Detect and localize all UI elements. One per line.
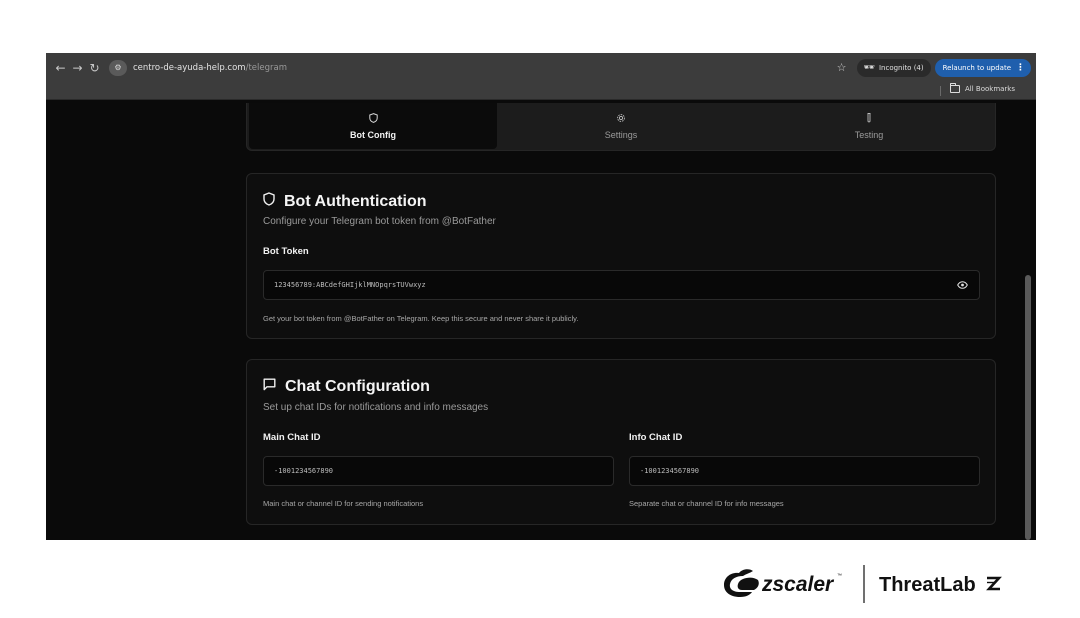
tab-label: Bot Config: [350, 129, 396, 140]
bot-token-help: Get your bot token from @BotFather on Te…: [263, 314, 579, 323]
card-title-text: Chat Configuration: [285, 378, 430, 395]
main-chat-id-value: -1001234567890: [274, 467, 334, 475]
main-chat-id-label: Main Chat ID: [263, 432, 321, 443]
info-chat-id-input[interactable]: -1001234567890: [629, 456, 980, 486]
card-title: Bot Authentication: [263, 192, 427, 211]
chat-configuration-card: Chat Configuration Set up chat IDs for n…: [246, 359, 996, 525]
reload-icon[interactable]: ↻: [86, 58, 103, 78]
config-tabs: Bot Config Settings Testing: [246, 103, 996, 151]
relaunch-label: Relaunch to update: [942, 63, 1011, 72]
card-title: Chat Configuration: [263, 378, 430, 396]
bookmarks-bar: All Bookmarks: [46, 82, 1036, 100]
page-scrollbar[interactable]: [1020, 100, 1036, 540]
svg-text:ThreatLab: ThreatLab: [879, 574, 976, 596]
info-chat-id-value: -1001234567890: [640, 467, 700, 475]
tab-label: Settings: [604, 129, 638, 140]
bot-token-input[interactable]: 123456789:ABCdefGHIjklMNOpqrsTUVwxyz: [263, 270, 980, 300]
message-square-icon: [263, 378, 276, 396]
bot-token-value: 123456789:ABCdefGHIjklMNOpqrsTUVwxyz: [274, 281, 426, 289]
url-host: centro-de-ayuda-help.com: [133, 62, 246, 73]
gear-icon: [616, 113, 626, 124]
main-chat-id-input[interactable]: -1001234567890: [263, 456, 614, 486]
address-bar[interactable]: centro-de-ayuda-help.com/telegram: [133, 63, 287, 73]
tab-testing[interactable]: Testing: [745, 103, 993, 149]
url-path: /telegram: [245, 62, 287, 73]
site-info-icon[interactable]: ⚙: [109, 59, 127, 76]
main-chat-id-help: Main chat or channel ID for sending noti…: [263, 499, 424, 508]
browser-screenshot: ← → ↻ ⚙ centro-de-ayuda-help.com/telegra…: [46, 53, 1036, 540]
info-chat-id-help: Separate chat or channel ID for info mes…: [629, 499, 784, 508]
bookmark-star-icon[interactable]: ☆: [837, 61, 847, 74]
shield-icon: [263, 192, 275, 211]
forward-icon[interactable]: →: [69, 58, 86, 78]
tab-label: Testing: [854, 129, 884, 140]
incognito-button[interactable]: 🕶 Incognito (4): [856, 58, 931, 77]
menu-dots-icon[interactable]: ⋮: [1016, 63, 1025, 73]
zscaler-threatlabz-logo: zscaler ™ ThreatLab: [722, 560, 1022, 606]
incognito-icon: 🕶: [863, 62, 875, 73]
scroll-thumb[interactable]: [1025, 275, 1031, 540]
browser-toolbar: ← → ↻ ⚙ centro-de-ayuda-help.com/telegra…: [46, 53, 1036, 82]
back-icon[interactable]: ←: [52, 58, 69, 78]
zscaler-logo: zscaler ™ ThreatLab: [724, 565, 1002, 603]
bot-authentication-card: Bot Authentication Configure your Telegr…: [246, 173, 996, 339]
bookmarks-divider: [940, 86, 941, 96]
card-title-text: Bot Authentication: [284, 192, 427, 210]
card-subtitle: Configure your Telegram bot token from @…: [263, 216, 496, 227]
info-chat-id-label: Info Chat ID: [629, 432, 683, 443]
shield-icon: [368, 112, 378, 124]
relaunch-button[interactable]: Relaunch to update ⋮: [934, 58, 1031, 77]
test-tube-icon: [866, 112, 872, 124]
svg-text:zscaler: zscaler: [761, 573, 835, 596]
tab-bot-config[interactable]: Bot Config: [249, 103, 497, 149]
all-bookmarks-label: All Bookmarks: [965, 85, 1016, 93]
folder-icon: [950, 83, 960, 93]
incognito-label: Incognito (4): [878, 63, 924, 72]
bot-token-label: Bot Token: [263, 246, 309, 257]
card-subtitle: Set up chat IDs for notifications and in…: [263, 402, 489, 413]
tab-settings[interactable]: Settings: [497, 103, 745, 149]
all-bookmarks-button[interactable]: All Bookmarks: [950, 83, 1016, 93]
svg-text:™: ™: [837, 573, 842, 579]
eye-icon[interactable]: [955, 278, 969, 292]
